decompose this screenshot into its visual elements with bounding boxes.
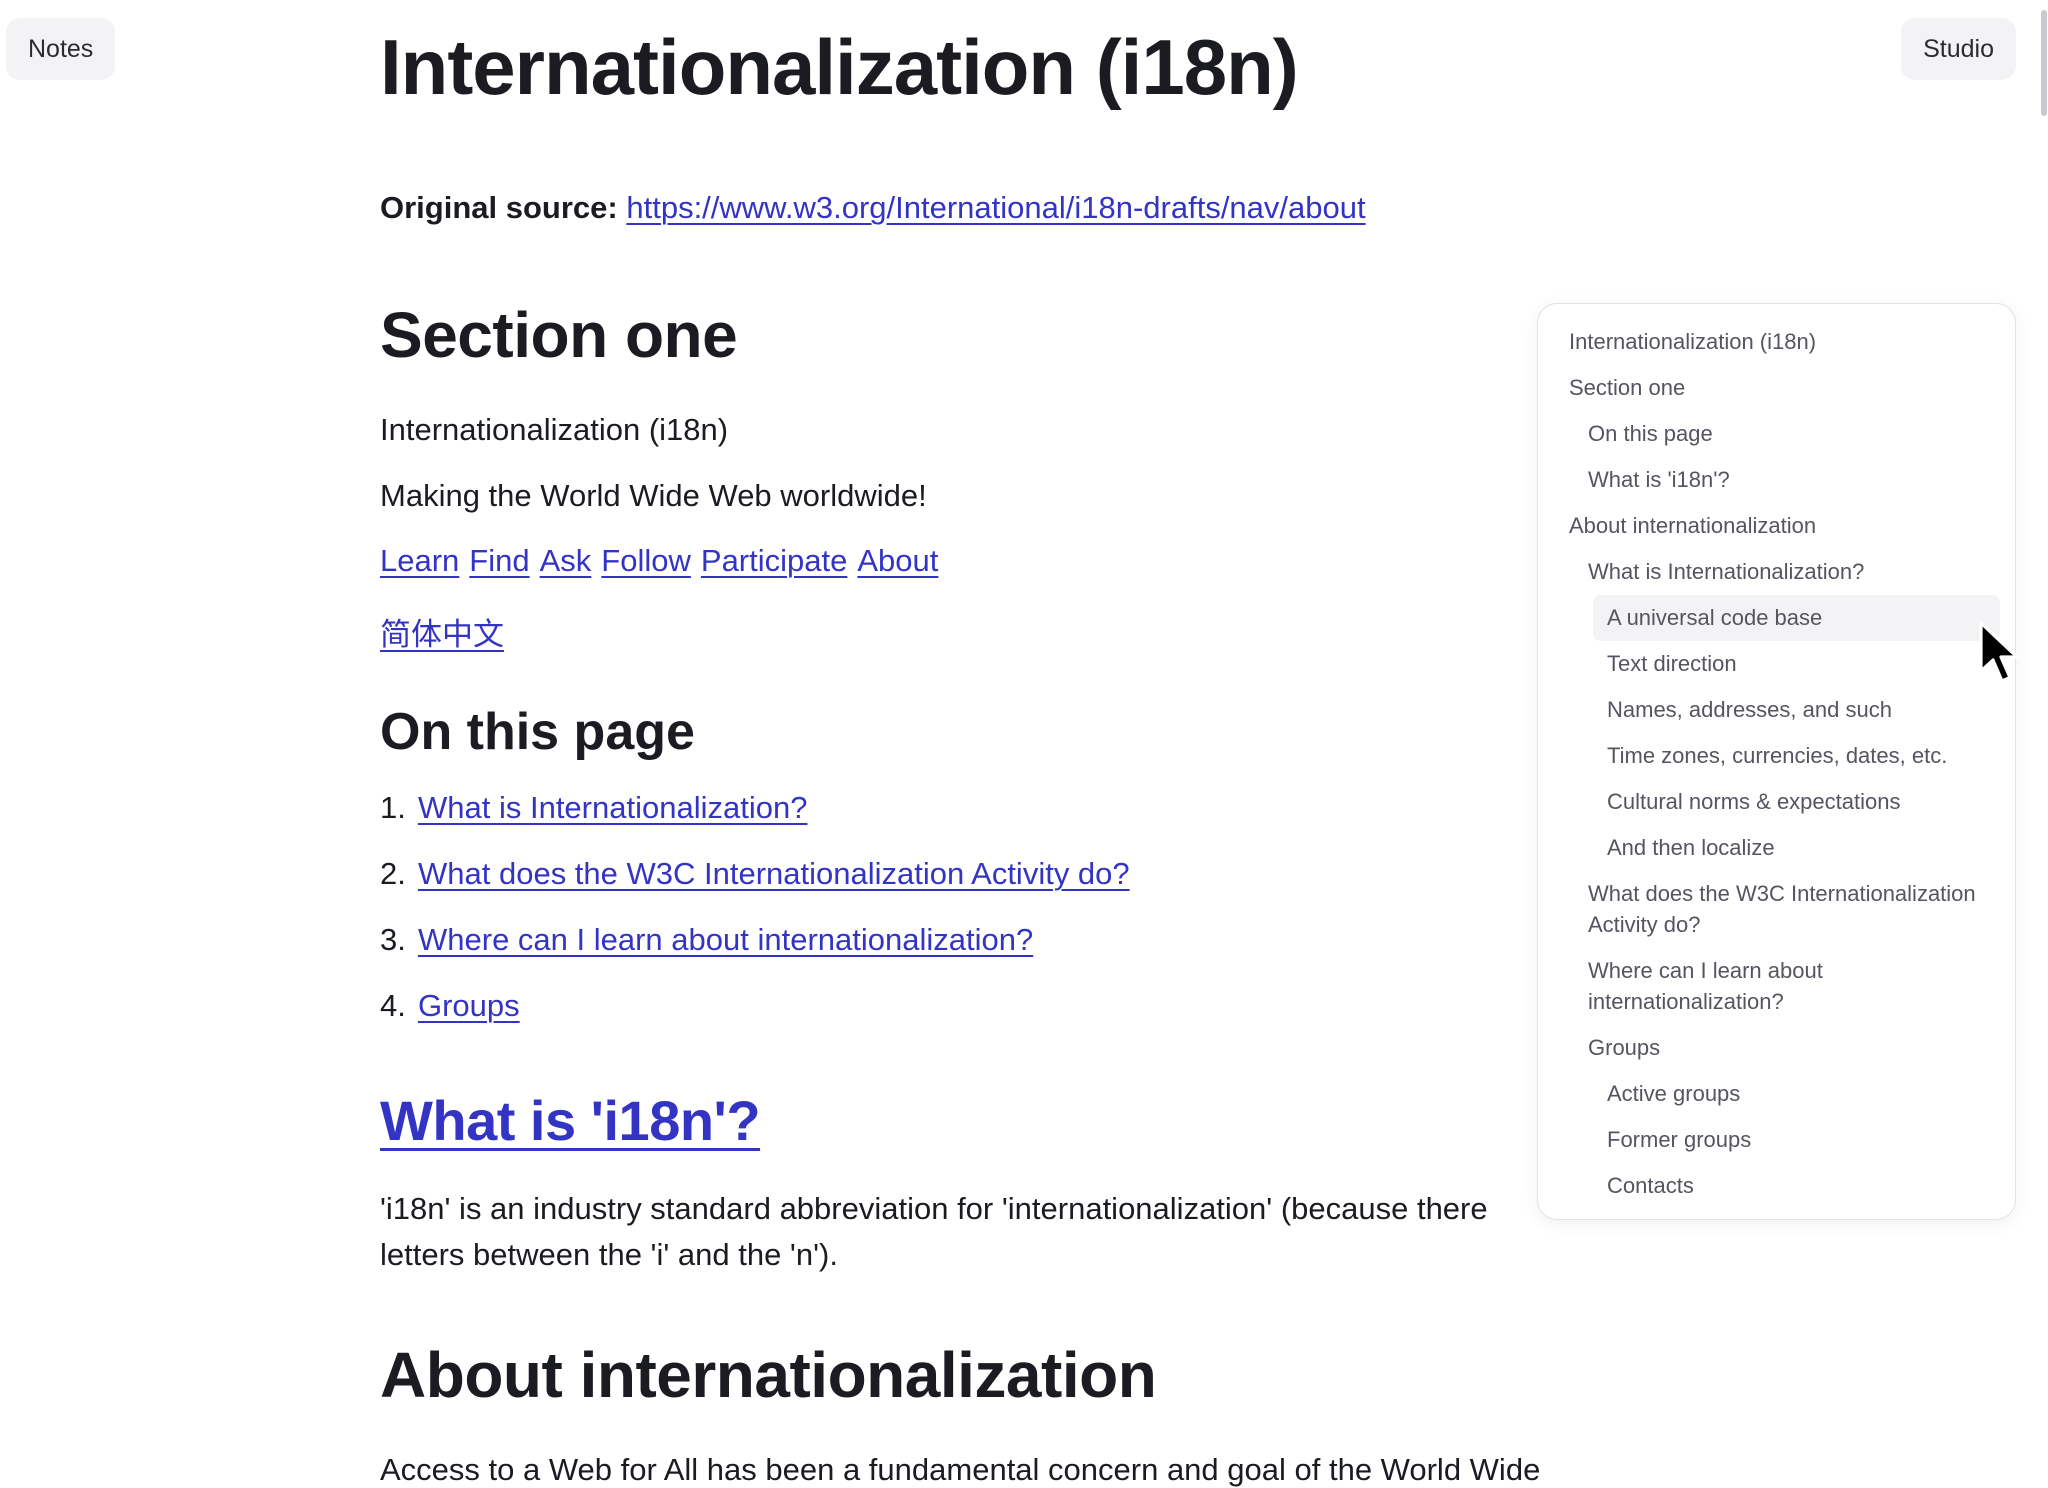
outline-item[interactable]: Names, addresses, and such <box>1538 687 2015 733</box>
heading-about-internationalization: About internationalization <box>380 1339 1157 1411</box>
list-number: 2. <box>380 856 406 891</box>
outline-item[interactable]: What is Internationalization? <box>1538 549 2015 595</box>
toc-link-w3c-activity[interactable]: What does the W3C Internationalization A… <box>418 856 1130 891</box>
list-item: 4. Groups <box>380 988 1130 1054</box>
outline-item[interactable]: A universal code base <box>1593 595 2000 641</box>
scrollbar[interactable] <box>2038 0 2048 1488</box>
heading-what-is-i18n-link[interactable]: What is 'i18n'? <box>380 1088 761 1153</box>
toc-link-what-is-i18n[interactable]: What is Internationalization? <box>418 790 807 825</box>
source-label: Original source: <box>380 190 618 225</box>
mouse-cursor-icon <box>1979 621 2019 683</box>
outline-item[interactable]: Text direction <box>1538 641 2015 687</box>
outline-item[interactable]: Contacts <box>1538 1163 2015 1209</box>
about-body: Access to a Web for All has been a funda… <box>380 1452 1541 1487</box>
list-number: 4. <box>380 988 406 1023</box>
outline-item[interactable]: Groups <box>1538 1025 2015 1071</box>
outline-item[interactable]: Cultural norms & expectations <box>1538 779 2015 825</box>
list-number: 3. <box>380 922 406 957</box>
nav-link-learn[interactable]: Learn <box>380 543 459 578</box>
source-line: Original source: https://www.w3.org/Inte… <box>380 190 1366 226</box>
outline-item[interactable]: Where can I learn about internationaliza… <box>1538 948 2015 1025</box>
outline-item[interactable]: Internationalization (i18n) <box>1538 319 2015 365</box>
heading-on-this-page: On this page <box>380 703 695 761</box>
heading-section-one: Section one <box>380 299 738 371</box>
list-item: 3. Where can I learn about internationali… <box>380 922 1130 988</box>
outline-item[interactable]: Active groups <box>1538 1071 2015 1117</box>
notes-button[interactable]: Notes <box>6 18 116 80</box>
on-this-page-list: 1. What is Internationalization? 2. What d… <box>380 790 1130 1054</box>
source-link[interactable]: https://www.w3.org/International/i18n-dr… <box>626 190 1365 225</box>
list-item: 1. What is Internationalization? <box>380 790 1130 856</box>
list-number: 1. <box>380 790 406 825</box>
outline-item[interactable]: What is 'i18n'? <box>1538 457 2015 503</box>
language-link-row: 简体中文 <box>380 609 504 654</box>
nav-link-find[interactable]: Find <box>469 543 529 578</box>
outline-item[interactable]: Section one <box>1538 365 2015 411</box>
toc-link-learn-about[interactable]: Where can I learn about internationaliza… <box>418 922 1033 957</box>
toc-link-groups[interactable]: Groups <box>418 988 520 1023</box>
outline-item[interactable]: On this page <box>1538 411 2015 457</box>
section-nav-links: Learn Find Ask Follow Participate About <box>380 543 948 579</box>
outline-item[interactable]: What does the W3C Internationalization A… <box>1538 871 2015 948</box>
outline-item[interactable]: And then localize <box>1538 825 2015 871</box>
outline-item[interactable]: Former groups <box>1538 1117 2015 1163</box>
language-link-chinese[interactable]: 简体中文 <box>380 617 504 652</box>
outline-panel: Internationalization (i18n) Section one On… <box>1537 303 2016 1220</box>
nav-link-ask[interactable]: Ask <box>540 543 592 578</box>
nav-link-follow[interactable]: Follow <box>601 543 691 578</box>
section-one-line2: Making the World Wide Web worldwide! <box>380 478 927 513</box>
page-title: Internationalization (i18n) <box>380 23 1299 111</box>
nav-link-participate[interactable]: Participate <box>701 543 847 578</box>
scroll-thumb[interactable] <box>2041 10 2047 116</box>
what-is-i18n-body: 'i18n' is an industry standard abbreviat… <box>380 1191 1488 1272</box>
nav-link-about[interactable]: About <box>857 543 938 578</box>
list-item: 2. What does the W3C Internationalization… <box>380 856 1130 922</box>
outline-item[interactable]: Time zones, currencies, dates, etc. <box>1538 733 2015 779</box>
outline-item[interactable]: About internationalization <box>1538 503 2015 549</box>
section-one-line1: Internationalization (i18n) <box>380 412 729 447</box>
studio-button[interactable]: Studio <box>1901 18 2016 80</box>
